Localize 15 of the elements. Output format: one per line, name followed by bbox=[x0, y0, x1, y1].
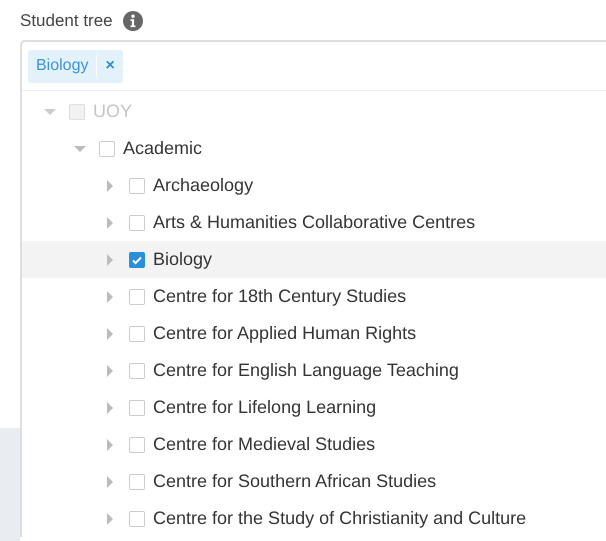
tag-label: Biology bbox=[36, 55, 98, 77]
tree-item-label: UOY bbox=[93, 101, 132, 122]
tree-item-label: Centre for Southern African Studies bbox=[153, 471, 436, 492]
info-icon[interactable] bbox=[122, 11, 143, 31]
tree-item-label: Academic bbox=[123, 138, 202, 159]
tree-item-label: Centre for Lifelong Learning bbox=[153, 397, 376, 418]
tree-item-label: Centre for English Language Teaching bbox=[153, 360, 459, 381]
tree-item-label: Centre for Medieval Studies bbox=[153, 434, 376, 455]
tree-item-label: Archaeology bbox=[153, 175, 254, 196]
tree-item-label: Centre for 18th Century Studies bbox=[153, 286, 406, 307]
tree-item-label: Biology bbox=[153, 249, 212, 270]
tree-item-label: Arts & Humanities Collaborative Centres bbox=[153, 212, 476, 233]
tree-item-label: Centre for Applied Human Rights bbox=[153, 323, 416, 344]
field-label: Student tree bbox=[20, 11, 113, 31]
tree-item-label: Centre for the Study of Christianity and Culture bbox=[153, 508, 526, 529]
